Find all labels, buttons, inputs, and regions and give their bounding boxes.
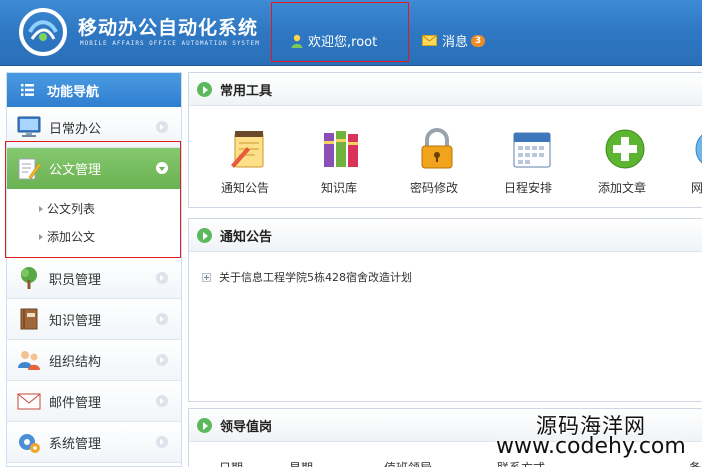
sidebar-item-document-management[interactable]: 公文管理 xyxy=(7,148,181,189)
column-header: 星期 xyxy=(289,459,313,467)
tool-change-password[interactable] xyxy=(397,127,477,171)
tools-panel-title: 常用工具 xyxy=(220,83,273,99)
tool-notice[interactable] xyxy=(209,127,289,171)
sidebar-item-label: 职员管理 xyxy=(49,272,102,288)
watermark-url: www.codehy.com xyxy=(496,434,686,459)
sidebar-item-staff-management[interactable]: 职员管理 xyxy=(7,258,181,299)
tools-panel-header: 常用工具 xyxy=(189,73,702,106)
sidebar-submenu: 公文列表 添加公文 xyxy=(7,189,181,258)
book-icon xyxy=(20,308,38,330)
gear-icon xyxy=(19,434,40,453)
sidebar-item-label: 系统管理 xyxy=(49,436,102,452)
lock-icon xyxy=(421,128,453,169)
tool-web-label: 网 xyxy=(691,181,702,195)
play-circle-icon xyxy=(197,227,212,243)
expand-plus-icon xyxy=(202,272,211,282)
welcome-user[interactable]: 欢迎您,root xyxy=(291,31,377,50)
notice-panel-title: 通知公告 xyxy=(220,229,273,245)
column-header: 日期 xyxy=(219,459,243,467)
tool-schedule-label: 日程安排 xyxy=(504,181,553,195)
chevron-right-icon xyxy=(156,436,168,448)
messages-link[interactable]: 消息 3 xyxy=(422,31,486,50)
sidebar-item-knowledge-management[interactable]: 知识管理 xyxy=(7,299,181,340)
sidebar-item-daily-office[interactable]: 日常办公 xyxy=(7,107,181,148)
messages-count-badge: 3 xyxy=(471,34,486,47)
sidebar-header: 功能导航 xyxy=(7,73,181,107)
app-subtitle: MOBILE AFFAIRS OFFICE AUTOMATION SYSTEM xyxy=(80,40,260,47)
sidebar-item-label: 日常办公 xyxy=(49,121,102,137)
sidebar-item-organization[interactable]: 组织结构 xyxy=(7,340,181,381)
tool-schedule[interactable] xyxy=(492,127,572,171)
app-title: 移动办公自动化系统 xyxy=(78,17,259,39)
duty-panel-title: 领导值岗 xyxy=(220,419,273,435)
logo-icon xyxy=(19,8,67,56)
tool-add-article-label: 添加文章 xyxy=(598,181,647,195)
envelope-icon xyxy=(422,35,437,46)
chevron-right-icon xyxy=(156,354,168,366)
monitor-icon xyxy=(17,116,41,137)
user-icon xyxy=(291,34,303,48)
sidebar-item-label: 知识管理 xyxy=(49,313,102,329)
sidebar-item-label: 邮件管理 xyxy=(49,395,102,411)
messages-label: 消息 xyxy=(442,35,469,50)
column-header: 备 xyxy=(689,459,701,467)
tree-icon xyxy=(21,267,37,289)
document-edit-icon xyxy=(18,158,41,179)
sidebar-item-system[interactable]: 系统管理 xyxy=(7,422,181,463)
submenu-item-document-list[interactable]: 公文列表 xyxy=(7,195,181,223)
play-circle-icon xyxy=(197,417,212,433)
column-header: 值班领导 xyxy=(384,459,432,467)
chevron-right-icon xyxy=(156,272,168,284)
mail-icon xyxy=(17,393,41,410)
sidebar-item-mail[interactable]: 邮件管理 xyxy=(7,381,181,422)
play-circle-icon xyxy=(197,81,212,97)
tool-knowledge-base[interactable] xyxy=(302,127,382,171)
column-header: 联系方式 xyxy=(497,459,545,467)
sidebar-title: 功能导航 xyxy=(47,84,100,100)
chevron-down-icon xyxy=(156,162,168,174)
calendar-icon xyxy=(513,132,551,168)
tool-notice-label: 通知公告 xyxy=(221,181,270,195)
submenu-item-label: 公文列表 xyxy=(47,202,96,216)
notice-item[interactable]: 关于信息工程学院5栋428宿舍改造计划 xyxy=(202,269,412,285)
tool-change-password-label: 密码修改 xyxy=(410,181,459,195)
notepad-icon xyxy=(231,131,264,168)
books-icon xyxy=(324,131,358,167)
sidebar: 功能导航 日常办公 公文管理 公文列表 添加公文 职员管理 知识管理 组织结构 … xyxy=(6,72,182,467)
notice-panel: 通知公告 关于信息工程学院5栋428宿舍改造计划 xyxy=(188,218,702,402)
users-icon xyxy=(18,351,40,370)
tool-add-article[interactable] xyxy=(585,127,665,171)
add-icon xyxy=(605,129,645,169)
sidebar-item-label: 公文管理 xyxy=(49,163,102,178)
list-icon xyxy=(21,84,34,96)
sidebar-item-label: 组织结构 xyxy=(49,354,102,370)
chevron-right-icon xyxy=(156,395,168,407)
chevron-right-icon xyxy=(156,121,168,133)
notice-item-label: 关于信息工程学院5栋428宿舍改造计划 xyxy=(219,271,412,284)
submenu-item-label: 添加公文 xyxy=(47,230,96,244)
chevron-right-icon xyxy=(156,313,168,325)
duty-table-header: 日期 星期 值班领导 联系方式 备 xyxy=(189,459,702,467)
welcome-text: 欢迎您,root xyxy=(308,35,378,50)
submenu-item-add-document[interactable]: 添加公文 xyxy=(7,223,181,251)
tool-knowledge-base-label: 知识库 xyxy=(321,181,358,195)
tool-web[interactable] xyxy=(675,127,702,171)
notice-panel-header: 通知公告 xyxy=(189,219,702,252)
globe-icon xyxy=(695,134,702,164)
